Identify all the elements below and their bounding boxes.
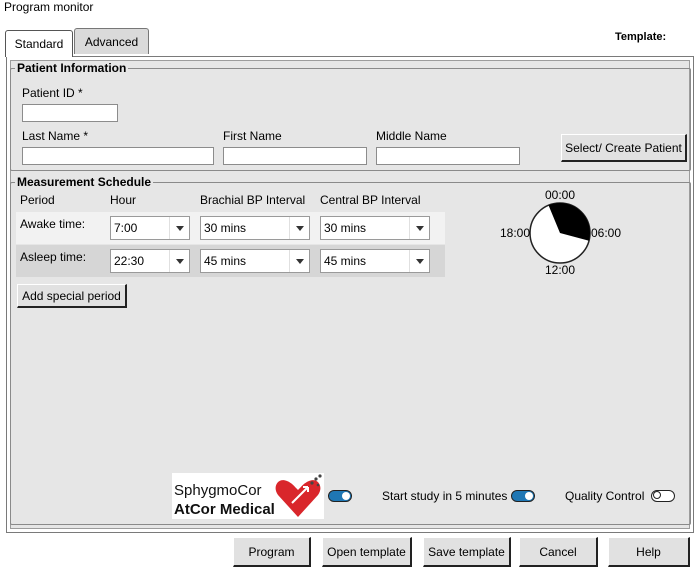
start-study-toggle[interactable] xyxy=(511,490,535,502)
program-button[interactable]: Program xyxy=(233,537,311,567)
header-central: Central BP Interval xyxy=(320,193,421,207)
help-button[interactable]: Help xyxy=(608,537,690,567)
awake-time-label: Awake time: xyxy=(20,217,86,231)
header-hour: Hour xyxy=(110,193,137,207)
awake-hour-select[interactable]: 7:00 xyxy=(110,216,190,240)
template-label: Template: xyxy=(615,31,667,43)
asleep-brachial-select[interactable]: 45 mins xyxy=(200,249,310,273)
chevron-down-icon[interactable] xyxy=(409,217,429,239)
chevron-down-icon[interactable] xyxy=(289,217,309,239)
patient-information-legend: Patient Information xyxy=(17,61,127,75)
patient-id-label: Patient ID * xyxy=(22,86,83,100)
open-template-button[interactable]: Open template xyxy=(322,537,412,567)
logo-line1: SphygmoCor xyxy=(174,482,262,499)
tab-advanced[interactable]: Advanced xyxy=(74,28,149,54)
quality-control-toggle[interactable] xyxy=(651,490,675,502)
logo-line2: AtCor Medical xyxy=(174,501,275,518)
logo-toggle[interactable] xyxy=(328,490,352,502)
last-name-label: Last Name * xyxy=(22,129,89,143)
select-create-patient-button[interactable]: Select/ Create Patient xyxy=(561,134,687,162)
window-title: Program monitor xyxy=(4,0,94,14)
first-name-field[interactable] xyxy=(223,147,367,165)
chevron-down-icon[interactable] xyxy=(169,250,189,272)
clock-label-left: 18:00 xyxy=(500,226,530,240)
asleep-hour-select[interactable]: 22:30 xyxy=(110,249,190,273)
add-special-period-button[interactable]: Add special period xyxy=(17,284,127,308)
sphygmocor-logo: SphygmoCor AtCor Medical xyxy=(172,473,324,519)
middle-name-label: Middle Name xyxy=(376,129,447,143)
sleep-clock: 00:00 06:00 12:00 18:00 xyxy=(500,188,621,277)
awake-central-select[interactable]: 30 mins xyxy=(320,216,430,240)
middle-name-field[interactable] xyxy=(376,147,520,165)
tab-standard[interactable]: Standard xyxy=(5,30,73,57)
first-name-label: First Name xyxy=(223,129,282,143)
clock-label-top: 00:00 xyxy=(545,188,575,202)
start-study-label: Start study in 5 minutes xyxy=(382,489,508,503)
patient-id-field[interactable] xyxy=(22,104,118,122)
chevron-down-icon[interactable] xyxy=(409,250,429,272)
cancel-button[interactable]: Cancel xyxy=(519,537,598,567)
toggle-knob xyxy=(525,492,533,500)
save-template-button[interactable]: Save template xyxy=(423,537,511,567)
awake-central-value: 30 mins xyxy=(324,221,367,235)
heart-arrow-icon xyxy=(275,474,322,517)
chevron-down-icon[interactable] xyxy=(169,217,189,239)
clock-label-bottom: 12:00 xyxy=(545,263,575,277)
chevron-down-icon[interactable] xyxy=(289,250,309,272)
clock-label-right: 06:00 xyxy=(591,226,621,240)
header-brachial: Brachial BP Interval xyxy=(200,193,306,207)
asleep-brachial-value: 45 mins xyxy=(204,254,247,268)
asleep-central-value: 45 mins xyxy=(324,254,367,268)
measurement-schedule-legend: Measurement Schedule xyxy=(17,175,152,189)
header-period: Period xyxy=(20,193,55,207)
quality-control-label: Quality Control xyxy=(565,489,645,503)
toggle-knob xyxy=(342,492,350,500)
asleep-time-label: Asleep time: xyxy=(20,250,87,264)
asleep-hour-value: 22:30 xyxy=(114,254,145,268)
awake-brachial-value: 30 mins xyxy=(204,221,247,235)
last-name-field[interactable] xyxy=(22,147,214,165)
awake-brachial-select[interactable]: 30 mins xyxy=(200,216,310,240)
awake-hour-value: 7:00 xyxy=(114,221,138,235)
asleep-central-select[interactable]: 45 mins xyxy=(320,249,430,273)
toggle-knob xyxy=(653,491,661,499)
